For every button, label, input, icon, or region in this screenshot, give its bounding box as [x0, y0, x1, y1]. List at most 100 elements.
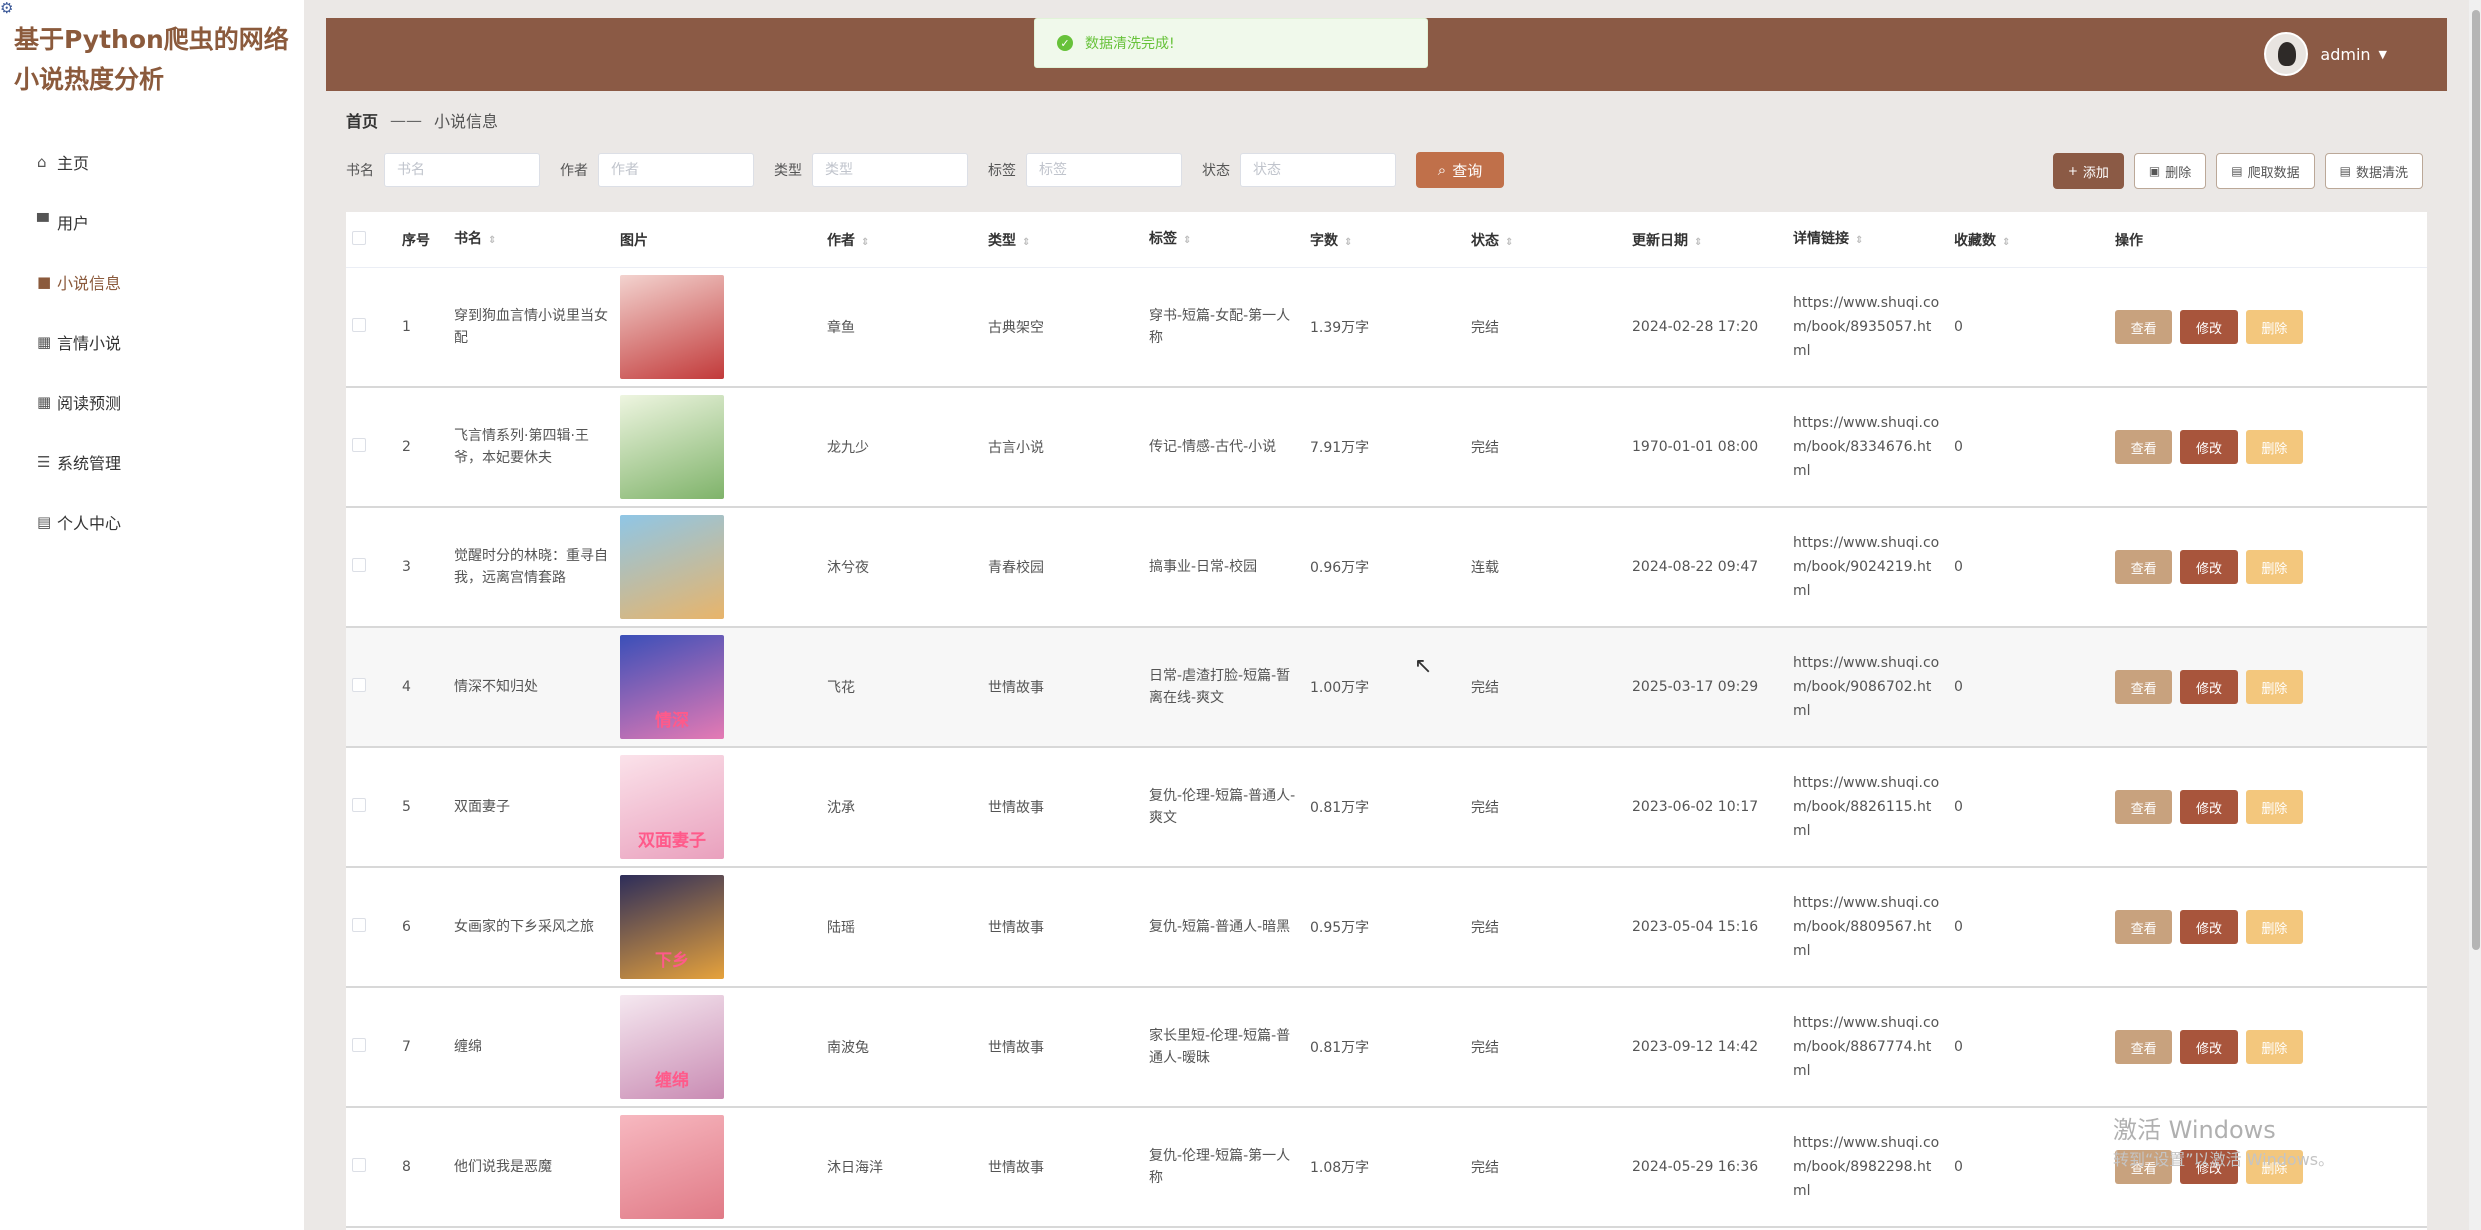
table-row[interactable]: 4 情深不知归处 情深 飞花 世情故事 日常-虐渣打脸-短篇-暂离在线-爽文 1.00万字 完… [346, 628, 2427, 748]
view-button[interactable]: 查看 [2115, 430, 2173, 464]
edit-button[interactable]: 修改 [2180, 1030, 2238, 1064]
book-cover-image[interactable] [620, 395, 724, 499]
header-words[interactable]: 字数 ⇕ [1310, 230, 1471, 250]
cell-link[interactable]: https://www.shuqi.com/book/8982298.html [1793, 1131, 1954, 1203]
edit-button[interactable]: 修改 [2180, 910, 2238, 944]
book-cover-image[interactable] [620, 275, 724, 379]
sort-icon[interactable]: ⇕ [1344, 237, 1352, 248]
book-cover-image[interactable]: 下乡 [620, 875, 724, 979]
sort-icon[interactable]: ⇕ [1022, 237, 1030, 248]
view-button[interactable]: 查看 [2115, 550, 2173, 584]
header-author[interactable]: 作者 ⇕ [827, 230, 988, 250]
table-row[interactable]: 2 飞言情系列·第四辑·王爷，本妃要休夫 龙九少 古言小说 传记-情感-古代-小说 7.9… [346, 388, 2427, 508]
delete-row-button[interactable]: 删除 [2245, 910, 2303, 944]
sort-icon[interactable]: ⇕ [488, 235, 496, 246]
view-button[interactable]: 查看 [2115, 310, 2173, 344]
header-link[interactable]: 详情链接 ⇕ [1793, 227, 1954, 253]
cell-fav: 0 [1954, 919, 1963, 935]
crawl-button[interactable]: ▤ 爬取数据 [2216, 153, 2315, 189]
cell-link[interactable]: https://www.shuqi.com/book/9024219.html [1793, 531, 1954, 603]
sort-icon[interactable]: ⇕ [861, 237, 869, 248]
cell-link[interactable]: https://www.shuqi.com/book/8867774.html [1793, 1011, 1954, 1083]
cell-link[interactable]: https://www.shuqi.com/book/8826115.html [1793, 771, 1954, 843]
cell-link[interactable]: https://www.shuqi.com/book/8809567.html [1793, 891, 1954, 963]
search-input[interactable]: 作者 [598, 153, 754, 187]
clean-label: 数据清洗 [2355, 165, 2408, 181]
sort-icon[interactable]: ⇕ [2002, 237, 2010, 248]
avatar[interactable] [2264, 32, 2309, 76]
book-cover-image[interactable]: 情深 [620, 635, 724, 739]
table-row[interactable]: 3 觉醒时分的林晓：重寻自我，远离宫情套路 沐兮夜 青春校园 搞事业-日常-校园 0.96… [346, 508, 2427, 628]
edit-button[interactable]: 修改 [2180, 310, 2238, 344]
view-button[interactable]: 查看 [2115, 1030, 2173, 1064]
sidebar-item[interactable]: ▦ 阅读预测 [37, 372, 121, 432]
sort-icon[interactable]: ⇕ [1694, 237, 1702, 248]
header-date[interactable]: 更新日期 ⇕ [1632, 230, 1793, 250]
header-type[interactable]: 类型 ⇕ [988, 230, 1149, 250]
select-all-checkbox[interactable] [352, 230, 366, 245]
sidebar-item[interactable]: ▦ 言情小说 [37, 312, 121, 372]
cell-name: 缠绵 [454, 1039, 482, 1055]
sidebar-item[interactable]: ▀ 用户 [37, 192, 121, 252]
edit-button[interactable]: 修改 [2180, 550, 2238, 584]
breadcrumb-home[interactable]: 首页 [346, 108, 378, 132]
view-button[interactable]: 查看 [2115, 910, 2173, 944]
delete-row-button[interactable]: 删除 [2245, 1030, 2303, 1064]
row-checkbox[interactable] [352, 1158, 366, 1172]
sort-icon[interactable]: ⇕ [1505, 237, 1513, 248]
search-input[interactable]: 类型 [812, 153, 968, 187]
username[interactable]: admin [2320, 45, 2370, 64]
cell-link[interactable]: https://www.shuqi.com/book/9086702.html [1793, 651, 1954, 723]
header-name[interactable]: 书名 ⇕ [454, 228, 620, 252]
sort-icon[interactable]: ⇕ [1183, 235, 1191, 246]
scrollbar-thumb[interactable] [2472, 10, 2480, 950]
table-row[interactable]: 5 双面妻子 双面妻子 沈承 世情故事 复仇-伦理-短篇-普通人-爽文 0.81万字 完结 20… [346, 748, 2427, 868]
row-checkbox[interactable] [352, 1038, 366, 1052]
plus-icon: + [2067, 164, 2078, 178]
sidebar-item[interactable]: ■ 小说信息 [37, 252, 121, 312]
sidebar-item[interactable]: ⌂ 主页 [37, 132, 121, 192]
sidebar-item[interactable]: ▤ 个人中心 [37, 492, 121, 552]
caret-down-icon[interactable]: ▼ [2379, 48, 2387, 61]
cell-ops: 查看 修改 删除 [2115, 310, 2315, 344]
view-button[interactable]: 查看 [2115, 670, 2173, 704]
edit-button[interactable]: 修改 [2180, 790, 2238, 824]
row-checkbox[interactable] [352, 438, 366, 452]
header-status[interactable]: 状态 ⇕ [1471, 230, 1632, 250]
sort-icon[interactable]: ⇕ [1855, 235, 1863, 246]
book-cover-image[interactable] [620, 1115, 724, 1219]
add-button[interactable]: + 添加 [2052, 153, 2124, 189]
book-cover-image[interactable]: 缠绵 [620, 995, 724, 1099]
header-fav[interactable]: 收藏数 ⇕ [1954, 230, 2115, 250]
delete-row-button[interactable]: 删除 [2245, 670, 2303, 704]
edit-button[interactable]: 修改 [2180, 670, 2238, 704]
view-button[interactable]: 查看 [2115, 790, 2173, 824]
search-input[interactable]: 书名 [384, 153, 540, 187]
table-row[interactable]: 1 穿到狗血言情小说里当女配 章鱼 古典架空 穿书-短篇-女配-第一人称 1.39万字 完结… [346, 268, 2427, 388]
cell-link[interactable]: https://www.shuqi.com/book/8334676.html [1793, 411, 1954, 483]
delete-row-button[interactable]: 删除 [2245, 430, 2303, 464]
row-checkbox[interactable] [352, 918, 366, 932]
row-checkbox[interactable] [352, 678, 366, 692]
table-row[interactable]: 6 女画家的下乡采风之旅 下乡 陆瑶 世情故事 复仇-短篇-普通人-暗黑 0.95万字 完结 2… [346, 868, 2427, 988]
search-input[interactable]: 状态 [1240, 153, 1396, 187]
table-row[interactable]: 7 缠绵 缠绵 南波兔 世情故事 家长里短-伦理-短篇-普通人-暧昧 0.81万字 完结 202… [346, 988, 2427, 1108]
header-tags[interactable]: 标签 ⇕ [1149, 228, 1310, 252]
row-checkbox[interactable] [352, 318, 366, 332]
book-cover-image[interactable]: 双面妻子 [620, 755, 724, 859]
gear-icon[interactable]: ⚙ [0, 0, 16, 16]
edit-button[interactable]: 修改 [2180, 430, 2238, 464]
row-checkbox[interactable] [352, 558, 366, 572]
search-input[interactable]: 标签 [1026, 153, 1182, 187]
user-menu[interactable]: admin ▼ [2264, 32, 2387, 76]
delete-row-button[interactable]: 删除 [2245, 790, 2303, 824]
book-cover-image[interactable] [620, 515, 724, 619]
cell-link[interactable]: https://www.shuqi.com/book/8935057.html [1793, 291, 1954, 363]
delete-button[interactable]: ▣ 删除 [2133, 153, 2207, 189]
clean-button[interactable]: ▤ 数据清洗 [2324, 153, 2423, 189]
delete-row-button[interactable]: 删除 [2245, 550, 2303, 584]
sidebar-item[interactable]: ☰ 系统管理 [37, 432, 121, 492]
query-button[interactable]: ⌕ 查询 [1416, 152, 1504, 188]
delete-row-button[interactable]: 删除 [2245, 310, 2303, 344]
row-checkbox[interactable] [352, 798, 366, 812]
